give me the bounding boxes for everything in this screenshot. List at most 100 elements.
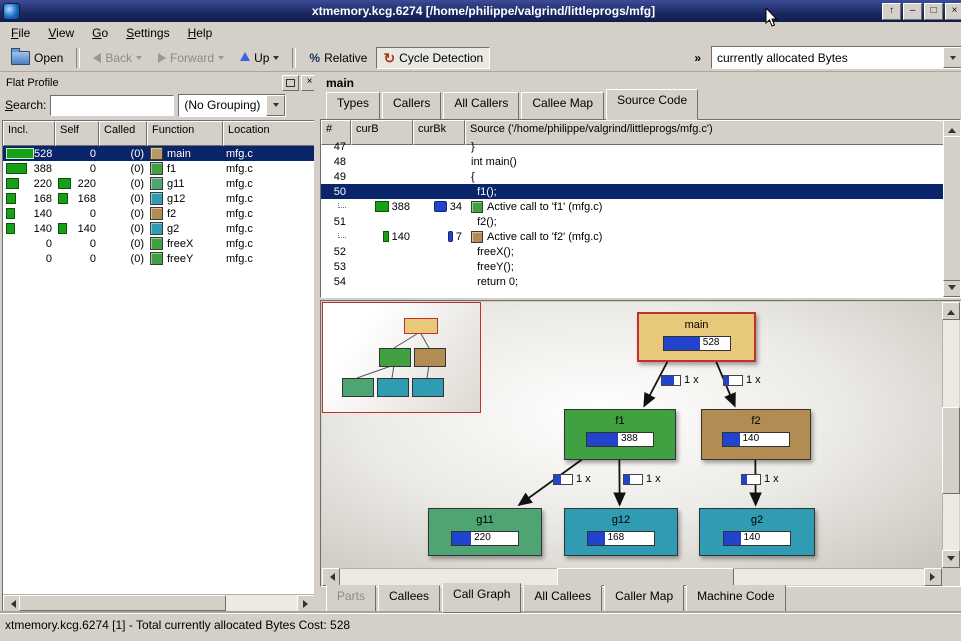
node-cost-fill — [588, 532, 605, 545]
scroll-left-button[interactable] — [322, 568, 340, 586]
scroll-thumb[interactable] — [557, 568, 734, 586]
tab-source-code[interactable]: Source Code — [606, 89, 698, 120]
menu-item-file[interactable]: File — [2, 23, 39, 43]
tab-caller-map[interactable]: Caller Map — [604, 585, 684, 613]
flat-profile-header: Incl.SelfCalledFunctionLocation — [3, 121, 315, 146]
column-header-function[interactable]: Function — [147, 121, 223, 146]
tab-callers[interactable]: Callers — [382, 92, 441, 120]
column-header-self[interactable]: Self — [55, 121, 99, 146]
column-header-incl[interactable]: Incl. — [3, 121, 55, 146]
incl-cell: 140 — [3, 223, 55, 235]
source-row-47[interactable]: 47} — [321, 139, 944, 154]
toolbar-overflow-button[interactable]: » — [690, 51, 705, 65]
cycle-detection-button[interactable]: ↻ Cycle Detection — [376, 47, 490, 69]
tab-all-callees[interactable]: All Callees — [523, 585, 602, 613]
source-row-48[interactable]: 48int main() — [321, 154, 944, 169]
relative-toggle-button[interactable]: % Relative — [302, 47, 374, 69]
forward-button[interactable]: Forward — [151, 47, 231, 69]
up-button[interactable]: Up — [233, 47, 286, 69]
source-row-53[interactable]: 53 freeY(); — [321, 259, 944, 274]
title-bar[interactable]: xtmemory.kcg.6274 [/home/philippe/valgri… — [0, 0, 961, 22]
tab-all-callers[interactable]: All Callers — [443, 92, 519, 120]
graph-vscrollbar[interactable] — [942, 302, 959, 568]
flat-row-g11[interactable]: 220220(0)g11mfg.c — [3, 176, 315, 191]
graph-node-g12[interactable]: g12168 — [564, 508, 678, 556]
scroll-right-button[interactable] — [297, 595, 315, 612]
curb-value: 388 — [392, 201, 410, 213]
tab-callee-map[interactable]: Callee Map — [521, 92, 604, 120]
open-button[interactable]: Open — [4, 47, 70, 69]
graph-hscrollbar[interactable] — [322, 568, 942, 585]
graph-node-f2[interactable]: f2140 — [701, 409, 811, 460]
flat-row-freex[interactable]: 00(0)freeXmfg.c — [3, 236, 315, 251]
source-row-52[interactable]: 52 freeX(); — [321, 244, 944, 259]
scroll-thumb[interactable] — [942, 407, 960, 494]
panel-splitter[interactable] — [314, 72, 319, 612]
self-value: 140 — [78, 223, 96, 235]
edge-label-f1-g11: 1 x — [553, 473, 591, 485]
call-graph-canvas[interactable]: main528 f1388 f2140 g11220 g12168 g2140 1 x 1 x… — [322, 302, 942, 568]
scroll-thumb[interactable] — [19, 595, 226, 611]
scroll-down-button[interactable] — [943, 279, 961, 297]
tab-types[interactable]: Types — [326, 92, 380, 120]
triangle-up-icon — [948, 124, 956, 133]
source-cell: int main() — [465, 156, 944, 168]
scroll-up-button[interactable] — [942, 302, 960, 320]
column-header-location[interactable]: Location — [223, 121, 315, 146]
back-button[interactable]: Back — [86, 47, 149, 69]
search-label: Search: — [5, 98, 46, 112]
flat-profile-dock-header[interactable]: Flat Profile × — [2, 74, 320, 91]
graph-overview-minimap[interactable] — [322, 302, 481, 413]
menu-item-help[interactable]: Help — [179, 23, 222, 43]
source-row-50[interactable]: 50 f1(); — [321, 184, 944, 199]
flat-row-f2[interactable]: 1400(0)f2mfg.c — [3, 206, 315, 221]
location-cell: mfg.c — [223, 178, 315, 190]
menu-item-view[interactable]: View — [39, 23, 83, 43]
graph-node-g2[interactable]: g2140 — [699, 508, 815, 556]
minimize-button[interactable]: – — [903, 3, 922, 20]
curb-bar-icon — [375, 201, 389, 212]
graph-node-f1[interactable]: f1388 — [564, 409, 676, 460]
dock-float-button[interactable] — [282, 75, 299, 91]
tab-machine-code[interactable]: Machine Code — [686, 585, 785, 613]
node-cost-value: 220 — [471, 532, 491, 543]
tab-parts[interactable]: Parts — [326, 585, 376, 613]
edge-label-f1-g12: 1 x — [623, 473, 661, 485]
float-icon — [286, 79, 295, 87]
close-button[interactable]: × — [945, 3, 961, 20]
maximize-button[interactable]: □ — [924, 3, 943, 20]
menu-item-settings[interactable]: Settings — [117, 23, 178, 43]
event-type-combo[interactable]: currently allocated Bytes — [711, 46, 961, 69]
source-call-row[interactable]: 1407Active call to 'f2' (mfg.c) — [321, 229, 944, 244]
curbk-value: 34 — [450, 201, 462, 213]
menu-item-go[interactable]: Go — [83, 23, 117, 43]
tab-call-graph[interactable]: Call Graph — [442, 583, 521, 613]
flat-row-main[interactable]: 5280(0)mainmfg.c — [3, 146, 315, 161]
flat-row-g2[interactable]: 140140(0)g2mfg.c — [3, 221, 315, 236]
graph-node-main[interactable]: main528 — [637, 312, 756, 362]
flat-row-f1[interactable]: 3880(0)f1mfg.c — [3, 161, 315, 176]
search-input[interactable] — [50, 95, 174, 116]
scroll-thumb[interactable] — [943, 136, 961, 281]
combo-dropdown-button[interactable] — [943, 47, 961, 68]
self-value: 168 — [78, 193, 96, 205]
flat-profile-hscrollbar[interactable] — [3, 594, 315, 611]
source-row-51[interactable]: 51 f2(); — [321, 214, 944, 229]
source-vscrollbar[interactable] — [943, 120, 960, 297]
scroll-right-button[interactable] — [924, 568, 942, 586]
keep-above-button[interactable]: ↑ — [882, 3, 901, 20]
column-header-called[interactable]: Called — [99, 121, 147, 146]
tab-callees[interactable]: Callees — [378, 585, 440, 613]
source-row-49[interactable]: 49{ — [321, 169, 944, 184]
source-call-row[interactable]: 38834Active call to 'f1' (mfg.c) — [321, 199, 944, 214]
graph-node-g11[interactable]: g11220 — [428, 508, 542, 556]
toolbar-separator — [292, 48, 296, 68]
status-text: xtmemory.kcg.6274 [1] - Total currently … — [5, 618, 350, 632]
scroll-down-button[interactable] — [942, 550, 960, 568]
grouping-combo[interactable]: (No Grouping) — [178, 94, 286, 117]
source-row-54[interactable]: 54 return 0; — [321, 274, 944, 289]
chevron-down-icon — [950, 56, 956, 63]
combo-dropdown-button[interactable] — [266, 95, 285, 116]
flat-row-freey[interactable]: 00(0)freeYmfg.c — [3, 251, 315, 266]
flat-row-g12[interactable]: 168168(0)g12mfg.c — [3, 191, 315, 206]
